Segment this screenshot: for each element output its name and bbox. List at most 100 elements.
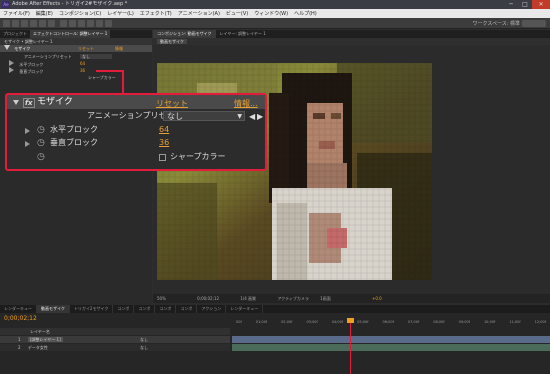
minimize-button[interactable]: ─: [504, 0, 518, 9]
layer-header: レイヤー名: [0, 328, 230, 335]
stopwatch-icon[interactable]: ◷: [37, 138, 45, 148]
playhead[interactable]: [350, 318, 351, 374]
callout-v-value[interactable]: 36: [159, 138, 169, 148]
mini-v-value[interactable]: 36: [80, 67, 85, 74]
layer-parent[interactable]: なし: [140, 336, 148, 343]
layer-name[interactable]: [調整レイヤー 1]: [27, 337, 63, 342]
tab-composition[interactable]: コンポジション: 動画モザイク: [153, 30, 216, 38]
mini-fx-header[interactable]: モザイク リセット 情報: [0, 45, 152, 52]
menu-layer[interactable]: レイヤー(L): [107, 10, 134, 17]
menu-help[interactable]: ヘルプ(H): [294, 10, 317, 17]
preset-prev-icon[interactable]: ◀: [249, 112, 255, 121]
layer-bar-footage[interactable]: [232, 344, 550, 351]
callout-preset-dropdown[interactable]: なし ▼: [163, 111, 245, 121]
comp-nav-button[interactable]: 動画モザイク: [157, 39, 187, 44]
mini-reset-link[interactable]: リセット: [78, 45, 94, 52]
callout-connector: [96, 70, 124, 72]
tab-timeline-3[interactable]: コンポ: [113, 305, 135, 313]
maximize-button[interactable]: □: [518, 0, 532, 9]
tab-timeline-6[interactable]: コンポ: [176, 305, 198, 313]
callout-sharp-label: シャープカラー: [170, 152, 226, 161]
callout-info-link[interactable]: 情報...: [234, 98, 258, 109]
tab-render-queue[interactable]: レンダーキュー: [0, 305, 37, 313]
mini-v-expand-icon[interactable]: [9, 67, 14, 73]
eraser-tool-icon[interactable]: [96, 20, 103, 27]
layer-name[interactable]: データ女性: [28, 345, 48, 350]
tab-timeline-7[interactable]: アクション: [197, 305, 227, 313]
layer-row[interactable]: 1 [調整レイヤー 1] なし: [0, 336, 230, 343]
ruler-tick: 05;00f: [357, 320, 369, 324]
camera-tool-icon[interactable]: [39, 20, 46, 27]
time-ruler[interactable]: 00f 01;00f 02;00f 03;00f 04;00f 05;00f 0…: [232, 320, 550, 326]
fx-icon[interactable]: fx: [23, 98, 35, 108]
effect-callout: fx モザイク リセット 情報... アニメーションプリセット： なし ▼ ◀ …: [5, 93, 267, 171]
callout-v-label: 垂直ブロック: [50, 138, 98, 147]
exposure-value[interactable]: +0.0: [372, 296, 382, 301]
workspace-select[interactable]: ワークスペース: 標準: [472, 20, 520, 27]
ruler-tick: 11;00f: [509, 320, 521, 324]
camera-select[interactable]: アクティブカメラ: [277, 296, 309, 301]
mini-info-link[interactable]: 情報: [115, 45, 123, 52]
callout-reset-link[interactable]: リセット: [156, 98, 188, 109]
zoom-tool-icon[interactable]: [21, 20, 28, 27]
zoom-select[interactable]: 50%: [157, 296, 166, 301]
hand-tool-icon[interactable]: [12, 20, 19, 27]
menu-effect[interactable]: エフェクト(T): [140, 10, 172, 17]
preset-next-icon[interactable]: ▶: [257, 112, 263, 121]
expand-triangle-icon[interactable]: [4, 45, 10, 50]
tab-project[interactable]: プロジェクト: [0, 30, 30, 38]
mini-h-expand-icon[interactable]: [9, 60, 14, 66]
mini-sharp-label: シャープカラー: [88, 75, 116, 80]
callout-h-value[interactable]: 64: [159, 125, 169, 135]
layer-bar-adjustment[interactable]: [232, 336, 550, 343]
timeline-tabs: レンダーキュー 動画モザイク トリガイ2モザイク コンポ コンポ コンポ コンポ…: [0, 305, 550, 313]
ruler-tick: 03;00f: [306, 320, 318, 324]
timeline-timecode[interactable]: 0;00;02;12: [4, 315, 37, 322]
tab-timeline-2[interactable]: トリガイ2モザイク: [70, 305, 114, 313]
mini-preset-dropdown[interactable]: なし: [80, 54, 112, 59]
menu-window[interactable]: ウィンドウ(W): [254, 10, 288, 17]
brush-tool-icon[interactable]: [78, 20, 85, 27]
callout-expand-icon[interactable]: [13, 100, 19, 105]
pan-tool-icon[interactable]: [48, 20, 55, 27]
sharp-color-checkbox[interactable]: [159, 154, 166, 161]
stopwatch-icon[interactable]: ◷: [37, 152, 45, 162]
menu-animation[interactable]: アニメーション(A): [178, 10, 220, 17]
callout-v-expand-icon[interactable]: [25, 141, 30, 147]
layer-parent[interactable]: なし: [140, 344, 148, 351]
layer-row[interactable]: 2 データ女性 なし: [0, 344, 230, 351]
menu-file[interactable]: ファイル(F): [3, 10, 30, 17]
resolution-select[interactable]: 1/4 画質: [240, 296, 256, 301]
rotate-tool-icon[interactable]: [30, 20, 37, 27]
callout-fx-name: モザイク: [37, 97, 73, 107]
callout-h-expand-icon[interactable]: [25, 128, 30, 134]
ruler-tick: 02;00f: [281, 320, 293, 324]
tab-layer[interactable]: レイヤー: 調整レイヤー 1: [216, 30, 270, 38]
tab-timeline-4[interactable]: コンポ: [134, 305, 156, 313]
menu-view[interactable]: ビュー(V): [226, 10, 248, 17]
views-select[interactable]: 1画面: [320, 296, 331, 301]
menu-composition[interactable]: コンポジション(C): [59, 10, 101, 17]
tab-timeline-5[interactable]: コンポ: [155, 305, 177, 313]
playhead-handle-icon[interactable]: [347, 318, 354, 323]
tab-timeline-8[interactable]: レンダーキュー: [226, 305, 264, 313]
stopwatch-icon[interactable]: ◷: [37, 125, 45, 135]
tab-effect-controls[interactable]: エフェクトコントロール: 調整レイヤー 1: [30, 30, 111, 38]
stamp-tool-icon[interactable]: [87, 20, 94, 27]
text-tool-icon[interactable]: [69, 20, 76, 27]
mini-h-value[interactable]: 64: [80, 60, 85, 67]
mini-preset-row: アニメーションプリセット なし: [0, 53, 152, 60]
puppet-tool-icon[interactable]: [105, 20, 112, 27]
callout-connector-vertical: [122, 70, 124, 94]
dropdown-arrow-icon: ▼: [237, 113, 242, 120]
callout-preset-value: なし: [167, 112, 183, 121]
pen-tool-icon[interactable]: [60, 20, 67, 27]
menu-edit[interactable]: 編集(E): [36, 10, 53, 17]
callout-header[interactable]: fx モザイク リセット 情報...: [7, 95, 265, 109]
close-button[interactable]: ✕: [532, 0, 550, 9]
help-search-input[interactable]: [522, 20, 546, 27]
tab-timeline-main[interactable]: 動画モザイク: [37, 305, 70, 313]
viewer-timecode[interactable]: 0;00;02;12: [197, 296, 219, 301]
mini-h-row: 水平ブロック 64: [0, 60, 152, 67]
selection-tool-icon[interactable]: [3, 20, 10, 27]
